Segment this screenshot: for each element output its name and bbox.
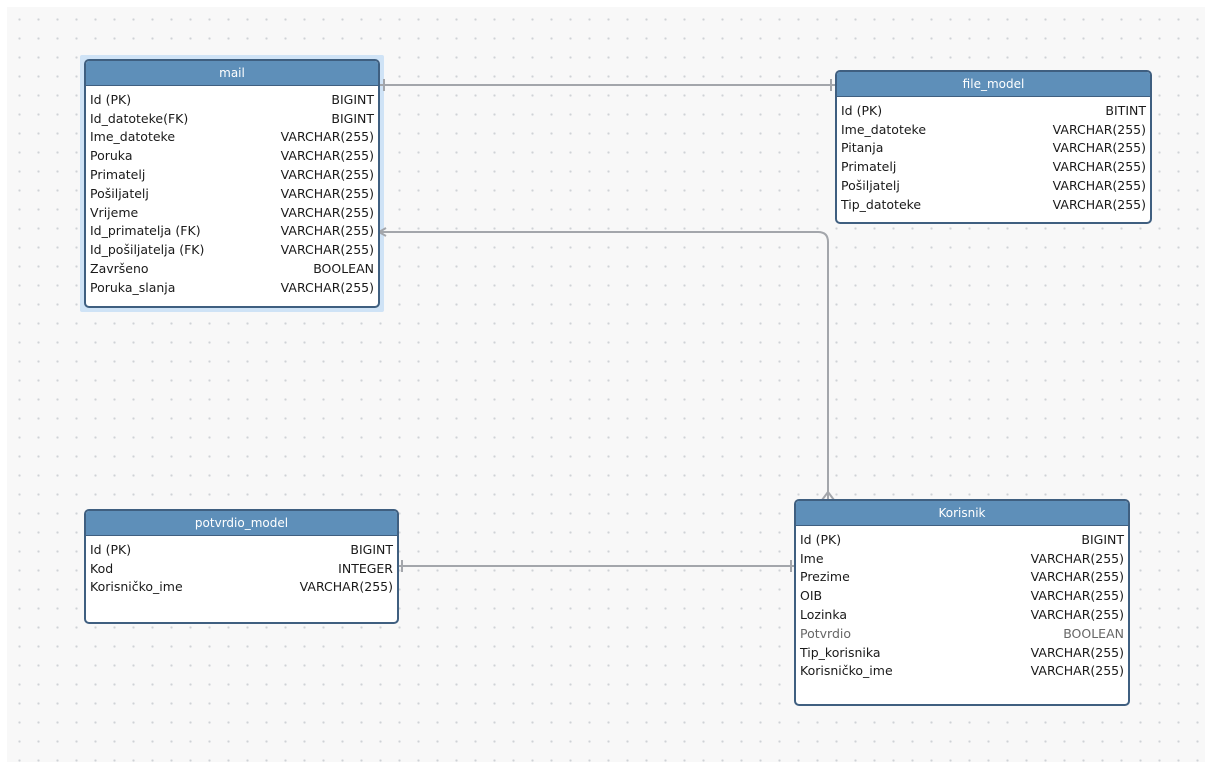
field-name: Id (PK) [841,102,883,118]
field-name: Pitanja [841,140,884,156]
field-type: INTEGER [338,560,393,576]
field-row[interactable]: Primatelj VARCHAR(255) [86,165,378,184]
field-type: VARCHAR(255) [280,148,374,164]
field-type: VARCHAR(255) [1052,159,1146,175]
field-type: BOOLEAN [313,261,374,277]
field-name: Kod [90,560,114,576]
field-name: Primatelj [90,167,146,183]
field-row[interactable]: Završeno BOOLEAN [86,259,378,278]
field-name: Pošiljatelj [90,185,149,201]
field-type: VARCHAR(255) [1030,569,1124,585]
field-row[interactable]: Id (PK) BIGINT [86,540,397,559]
field-name: Id_primatelja (FK) [90,223,201,239]
field-type: VARCHAR(255) [280,204,374,220]
field-name: Ime [800,550,824,566]
field-type: VARCHAR(255) [1030,550,1124,566]
field-row[interactable]: Korisničko_ime VARCHAR(255) [796,662,1128,681]
field-type: VARCHAR(255) [1030,607,1124,623]
field-name: Poruka_slanja [90,279,176,295]
field-row[interactable]: Id_datoteke(FK) BIGINT [86,109,378,128]
field-name: Id_pošiljatelja (FK) [90,242,205,258]
field-row[interactable]: OIB VARCHAR(255) [796,586,1128,605]
field-row[interactable]: Kod INTEGER [86,559,397,578]
field-row[interactable]: Ime_datoteke VARCHAR(255) [86,128,378,147]
field-name: Ime_datoteke [841,121,927,137]
field-row[interactable]: Prezime VARCHAR(255) [796,568,1128,587]
field-name: Id (PK) [90,91,132,107]
field-name: Primatelj [841,159,897,175]
field-type: VARCHAR(255) [1030,663,1124,679]
field-name: Id (PK) [800,531,842,547]
field-type: VARCHAR(255) [280,223,374,239]
field-row[interactable]: Pošiljatelj VARCHAR(255) [837,176,1150,195]
field-type: VARCHAR(255) [280,167,374,183]
field-type: VARCHAR(255) [1052,121,1146,137]
field-type: VARCHAR(255) [280,129,374,145]
field-type: VARCHAR(255) [1030,588,1124,604]
entity-title: file_model [837,72,1150,97]
field-type: VARCHAR(255) [1052,178,1146,194]
field-name: Id_datoteke(FK) [90,110,189,126]
entity-mail[interactable]: mail Id (PK) BIGINT Id_datoteke(FK) BIGINT I… [84,59,380,308]
field-row[interactable]: Poruka_slanja VARCHAR(255) [86,278,378,297]
field-type: BITINT [1105,102,1146,118]
field-row[interactable]: Poruka VARCHAR(255) [86,146,378,165]
field-type: BIGINT [350,541,393,557]
field-row[interactable]: Id_primatelja (FK) VARCHAR(255) [86,222,378,241]
field-type: VARCHAR(255) [1052,196,1146,212]
field-row[interactable]: Primatelj VARCHAR(255) [837,157,1150,176]
field-row[interactable]: Tip_datoteke VARCHAR(255) [837,195,1150,214]
field-row[interactable]: Id_pošiljatelja (FK) VARCHAR(255) [86,240,378,259]
entity-file-model[interactable]: file_model Id (PK) BITINT Ime_datoteke VARC… [835,70,1152,224]
field-name: OIB [800,588,823,604]
field-name: Id (PK) [90,541,132,557]
field-name: Ime_datoteke [90,129,176,145]
field-name: Pošiljatelj [841,178,900,194]
field-name: Završeno [90,261,149,277]
entity-title: Korisnik [796,501,1128,526]
field-row[interactable]: Ime VARCHAR(255) [796,549,1128,568]
field-name: Vrijeme [90,204,139,220]
field-row[interactable]: Tip_korisnika VARCHAR(255) [796,643,1128,662]
field-row[interactable]: Vrijeme VARCHAR(255) [86,203,378,222]
field-row[interactable]: Korisničko_ime VARCHAR(255) [86,578,397,597]
field-row[interactable]: Ime_datoteke VARCHAR(255) [837,120,1150,139]
entity-title: potvrdio_model [86,511,397,536]
field-type: BOOLEAN [1063,625,1124,641]
field-type: VARCHAR(255) [1052,140,1146,156]
field-name: Prezime [800,569,850,585]
field-name: Korisničko_ime [800,663,893,679]
field-name: Poruka [90,148,133,164]
field-name: Potvrdio [800,625,852,641]
entity-title: mail [86,61,378,86]
field-name: Korisničko_ime [90,579,183,595]
field-name: Tip_datoteke [841,196,922,212]
field-name: Lozinka [800,607,848,623]
field-row[interactable]: Id (PK) BIGINT [86,90,378,109]
field-type: VARCHAR(255) [299,579,393,595]
field-row[interactable]: Pitanja VARCHAR(255) [837,139,1150,158]
field-row[interactable]: Id (PK) BITINT [837,101,1150,120]
field-row[interactable]: Id (PK) BIGINT [796,530,1128,549]
field-type: VARCHAR(255) [280,242,374,258]
field-type: VARCHAR(255) [280,185,374,201]
field-row[interactable]: Pošiljatelj VARCHAR(255) [86,184,378,203]
field-type: BIGINT [331,110,374,126]
field-type: BIGINT [331,91,374,107]
field-name: Tip_korisnika [800,644,881,660]
field-row[interactable]: Lozinka VARCHAR(255) [796,605,1128,624]
field-type: BIGINT [1081,531,1124,547]
entity-korisnik[interactable]: Korisnik Id (PK) BIGINT Ime VARCHAR(255) Pre… [794,499,1130,706]
field-type: VARCHAR(255) [1030,644,1124,660]
field-type: VARCHAR(255) [280,279,374,295]
entity-potvrdio-model[interactable]: potvrdio_model Id (PK) BIGINT Kod INTEGER Ko… [84,509,399,624]
field-row[interactable]: Potvrdio BOOLEAN [796,624,1128,643]
